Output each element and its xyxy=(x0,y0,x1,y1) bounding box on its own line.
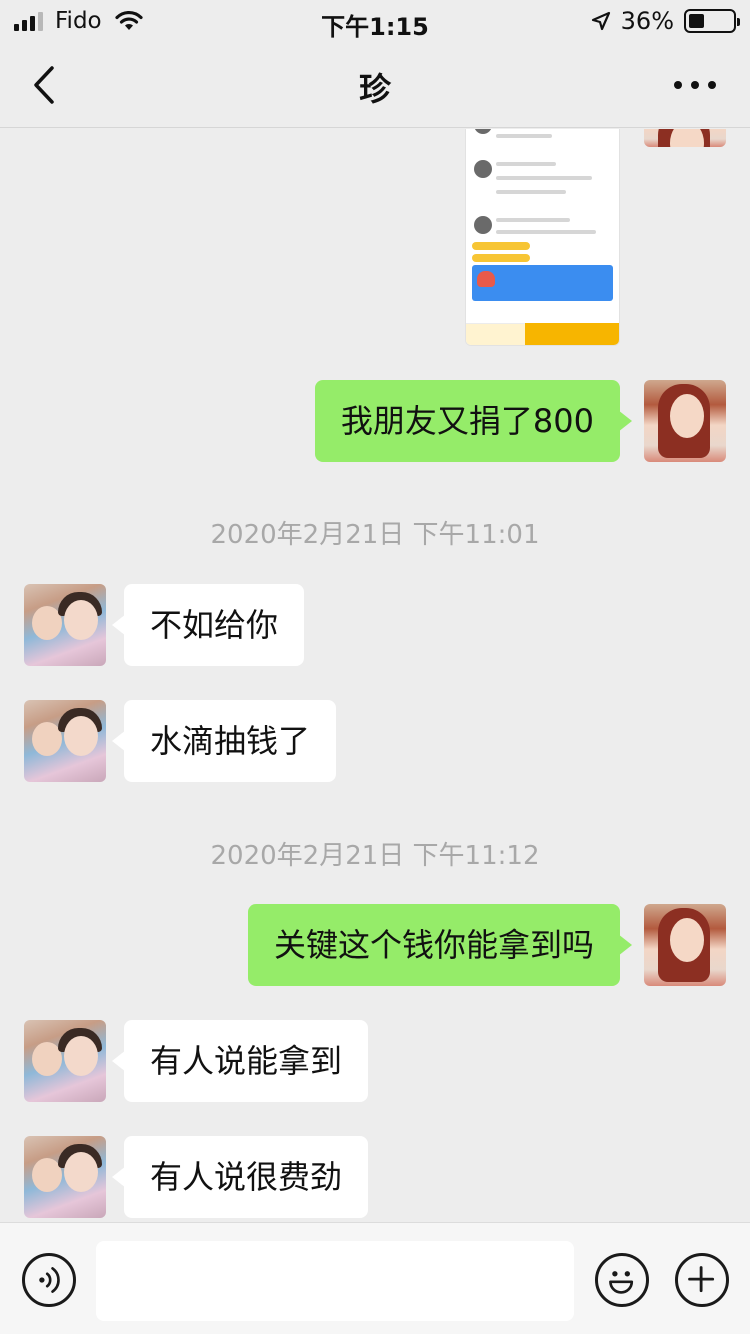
contact-avatar[interactable] xyxy=(24,1020,106,1102)
input-bar xyxy=(0,1222,750,1334)
timestamp: 2020年2月21日 下午11:01 xyxy=(210,520,540,550)
thumb-button xyxy=(466,323,526,345)
plus-icon[interactable] xyxy=(675,1253,729,1307)
battery-level xyxy=(689,14,705,28)
location-arrow-icon xyxy=(591,11,610,31)
message-bubble-received[interactable]: 有人说很费劲 xyxy=(111,1136,369,1218)
contact-avatar[interactable] xyxy=(24,584,106,666)
timestamp: 2020年2月21日 下午11:12 xyxy=(210,841,540,871)
emoji-icon[interactable] xyxy=(595,1253,649,1307)
more-options-icon[interactable] xyxy=(670,70,720,100)
my-avatar[interactable] xyxy=(644,129,726,147)
thumb-avatar xyxy=(474,160,492,178)
message-bubble-received[interactable]: 有人说能拿到 xyxy=(111,1020,369,1102)
thumb-line xyxy=(496,134,552,138)
thumb-tag xyxy=(472,254,530,262)
battery-percent: 36% xyxy=(620,7,674,35)
thumb-line xyxy=(496,218,570,222)
thumb-line xyxy=(496,190,566,194)
status-right: 36% xyxy=(591,7,740,35)
message-bubble-sent[interactable]: 关键这个钱你能拿到吗 xyxy=(247,904,633,986)
thumb-line xyxy=(496,176,592,180)
contact-avatar[interactable] xyxy=(24,1136,106,1218)
my-avatar[interactable] xyxy=(644,380,726,462)
message-bubble-sent[interactable]: 我朋友又捐了800 xyxy=(314,380,633,462)
chat-title: 珍 xyxy=(358,70,391,108)
thumb-avatar xyxy=(474,129,492,134)
message-input[interactable] xyxy=(96,1241,574,1321)
message-bubble-received[interactable]: 水滴抽钱了 xyxy=(111,700,337,782)
chat-messages[interactable]: 我朋友又捐了800 2020年2月21日 下午11:01 不如给你 水滴抽钱了 … xyxy=(0,129,750,1222)
my-avatar[interactable] xyxy=(644,904,726,986)
voice-icon[interactable] xyxy=(22,1253,76,1307)
thumb-avatar xyxy=(474,216,492,234)
status-bar: Fido 下午1:15 36% xyxy=(0,0,750,42)
thumb-line xyxy=(496,162,556,166)
thumb-line xyxy=(496,230,596,234)
nav-bar: 珍 xyxy=(0,42,750,128)
contact-avatar[interactable] xyxy=(24,700,106,782)
image-message[interactable] xyxy=(465,129,620,346)
battery-icon xyxy=(684,9,740,33)
message-bubble-received[interactable]: 不如给你 xyxy=(111,584,305,666)
heart-icon xyxy=(477,271,495,287)
thumb-tag xyxy=(472,242,530,250)
thumb-button xyxy=(525,323,619,345)
